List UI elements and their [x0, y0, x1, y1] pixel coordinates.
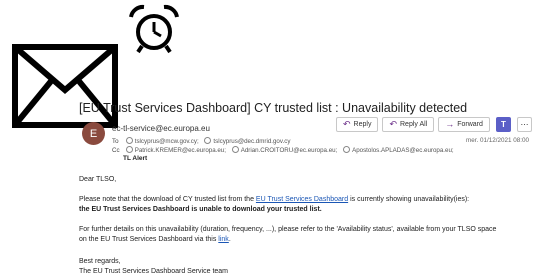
reply-button[interactable]: ↶ Reply [336, 117, 379, 132]
envelope-icon [12, 44, 118, 128]
to-recipient[interactable]: tslcyprus@dec.dmrid.gov.cy [204, 137, 290, 145]
to-row: To tslcyprus@mcw.gov.cy; tslcyprus@dec.d… [112, 137, 294, 145]
availability-link[interactable]: link [218, 236, 229, 243]
teams-button[interactable]: T [496, 117, 511, 132]
cc-recipient[interactable]: Patrick.KREMER@ec.europa.eu; [125, 146, 226, 154]
message-actions: ↶ Reply ↶ Reply All → Forward [336, 117, 490, 132]
avatar[interactable]: E [82, 122, 105, 145]
reply-all-button[interactable]: ↶ Reply All [382, 117, 435, 132]
more-actions-button[interactable]: ⋯ [517, 117, 532, 132]
cc-row: Cc Patrick.KREMER@ec.europa.eu; Adrian.C… [112, 146, 458, 154]
forward-icon: → [445, 119, 455, 129]
person-icon [343, 146, 351, 153]
body-greeting: Dear TLSO, [79, 176, 117, 183]
category-tag: TL Alert [123, 155, 148, 162]
cc-recipient[interactable]: Adrian.CROITORU@ec.europa.eu; [231, 146, 337, 154]
reply-label: Reply [353, 121, 372, 128]
body-closing: Best regards, [79, 258, 121, 265]
body-paragraph-2-line-2: on the EU Trust Services Dashboard via t… [79, 236, 231, 243]
body-signature: The EU Trust Services Dashboard Service … [79, 268, 229, 275]
body-paragraph-1: Please note that the download of CY trus… [79, 196, 470, 203]
to-recipient[interactable]: tslcyprus@mcw.gov.cy; [125, 137, 199, 145]
body-bold-statement: the EU Trust Services Dashboard is unabl… [79, 206, 322, 213]
teams-icon: T [501, 120, 506, 129]
more-icon: ⋯ [520, 120, 529, 129]
reply-all-label: Reply All [400, 121, 428, 128]
reply-all-icon: ↶ [389, 119, 397, 129]
sender-address[interactable]: ec-tl-service@ec.europa.eu [112, 124, 210, 133]
reply-icon: ↶ [343, 119, 351, 129]
body-paragraph-2: For further details on this unavailabili… [79, 226, 497, 233]
person-icon [125, 146, 133, 153]
alarm-clock-icon [129, 4, 179, 54]
person-icon [231, 146, 239, 153]
dashboard-link[interactable]: EU Trust Services Dashboard [256, 196, 348, 203]
cc-label: Cc [112, 147, 120, 154]
person-icon [204, 137, 212, 144]
to-label: To [112, 138, 119, 145]
person-icon [125, 137, 133, 144]
forward-label: Forward [457, 121, 483, 128]
cc-recipient[interactable]: Apostolos.APLADAS@ec.europa.eu; [343, 146, 454, 154]
email-subject: [EU Trust Services Dashboard] CY trusted… [79, 101, 468, 115]
received-date: mer. 01/12/2021 08:00 [466, 137, 530, 144]
forward-button[interactable]: → Forward [438, 117, 490, 132]
